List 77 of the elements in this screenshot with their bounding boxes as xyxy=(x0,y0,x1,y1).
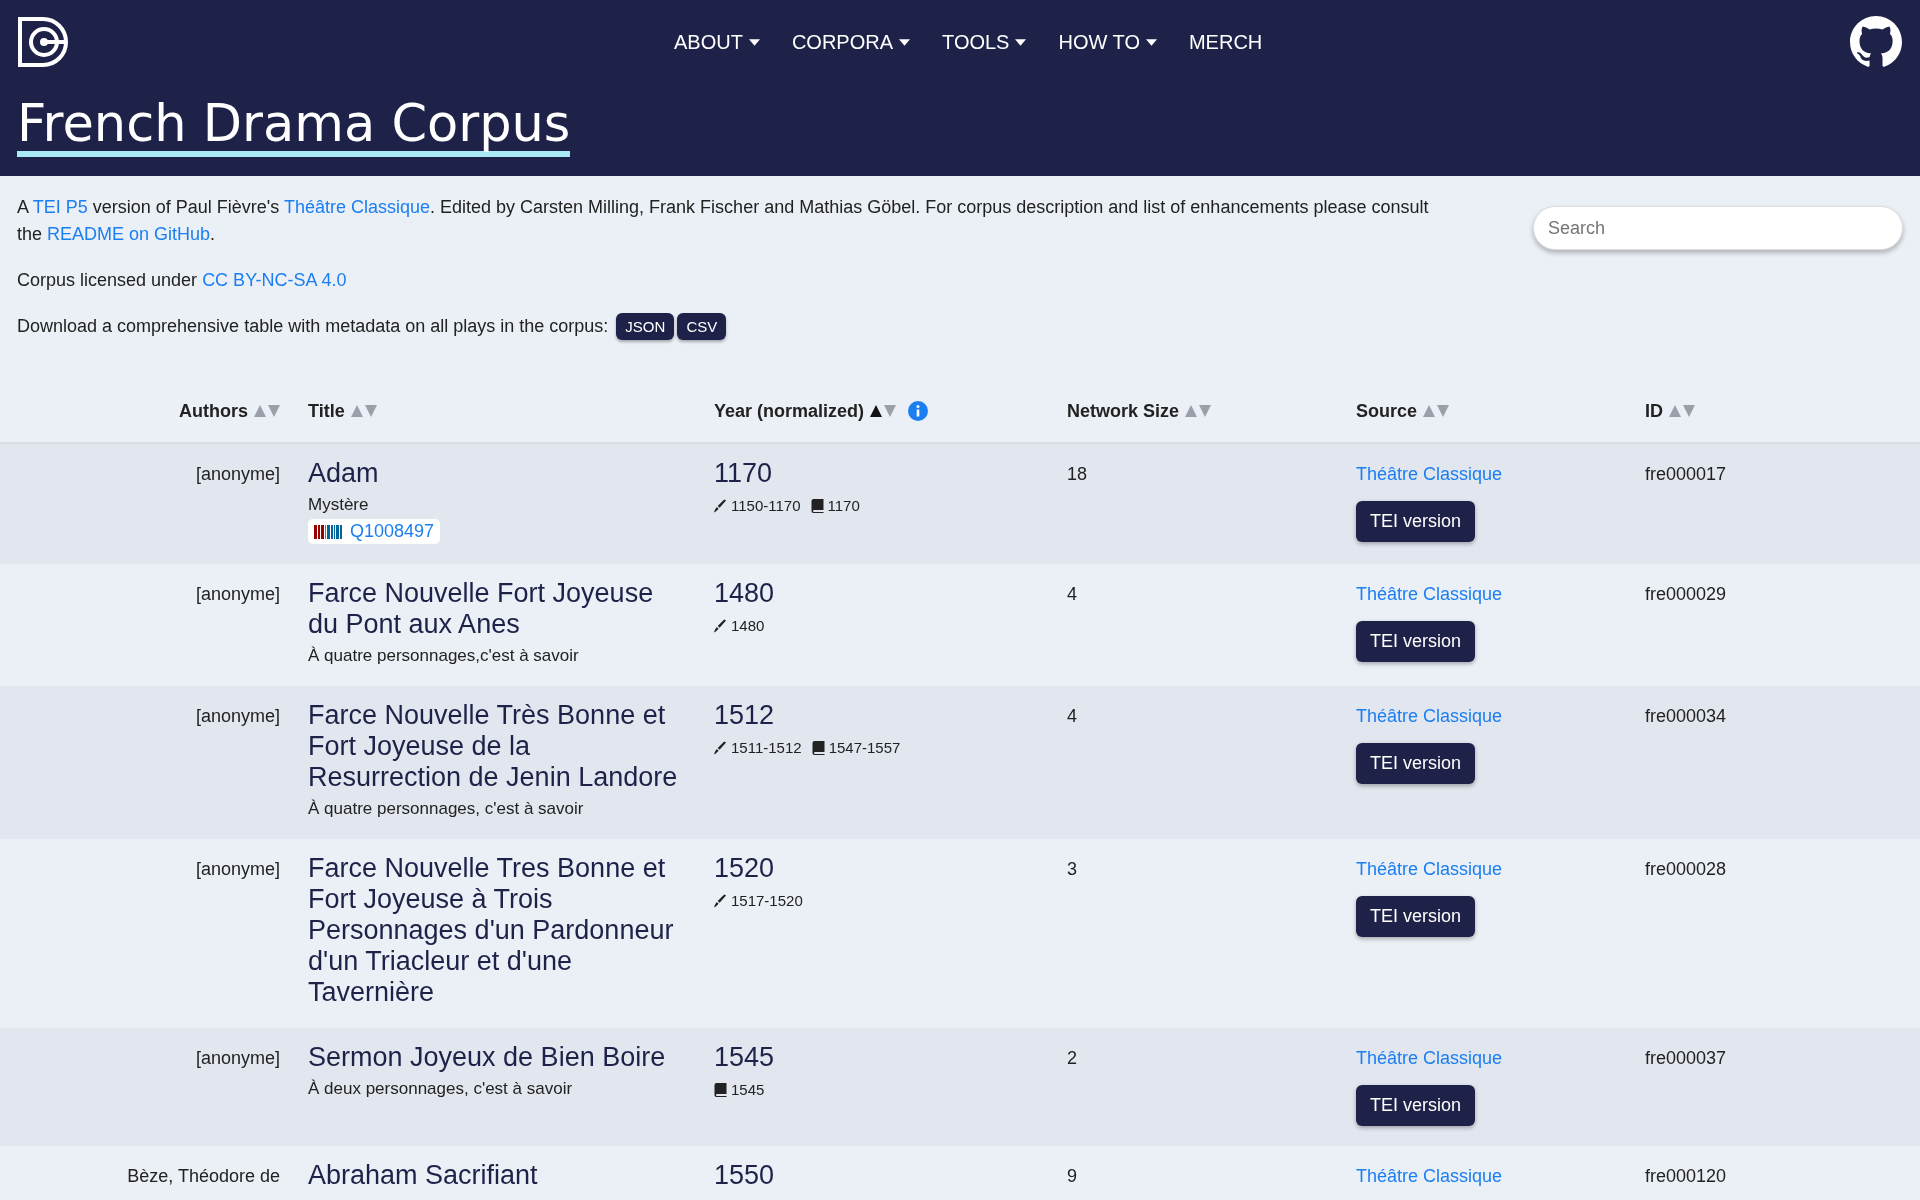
logo-icon[interactable] xyxy=(17,16,69,68)
id-cell: fre000028 xyxy=(1645,859,1727,880)
column-header[interactable]: Source xyxy=(1356,400,1418,422)
date-text: 1547-1557 xyxy=(828,739,901,756)
book-icon xyxy=(811,740,825,755)
play-title[interactable]: Abraham Sacrifiant xyxy=(308,1160,572,1191)
column-header[interactable]: Title xyxy=(308,400,345,422)
wikidata-link[interactable]: Q1008497 xyxy=(308,519,441,544)
page-title[interactable]: French Drama Corpus xyxy=(17,98,571,157)
date-text: 1480 xyxy=(731,617,765,634)
id-cell: fre000120 xyxy=(1645,1166,1727,1187)
description-paragraph: A TEI P5 version of Paul Fièvre's Théâtre Classique. Edited by Carsten Milling, Frank Fischer and Mathias Göbel. For corpus description and list of enhancements please consult the README on GitHub. xyxy=(17,196,1430,246)
date-text: 1170 xyxy=(827,497,860,514)
play-title[interactable]: Farce Nouvelle Tres Bonne et Fort Joyeuse à Trois Personnages d'un Pardonneur d'un Triacleur et d'une Tavernière xyxy=(308,853,714,1008)
year-value: 1512 xyxy=(714,700,775,731)
play-subtitle: À deux personnages, c'est à savoir xyxy=(308,1079,573,1099)
column-header[interactable]: Network Size xyxy=(1067,400,1180,422)
date-text: 1511-1512 xyxy=(731,739,802,756)
column-header[interactable]: Authors xyxy=(179,400,248,422)
search-field[interactable]: Search xyxy=(1533,206,1903,250)
tei-version-button[interactable]: TEI version xyxy=(1356,1085,1476,1126)
author-cell: [anonyme] xyxy=(195,706,280,727)
barcode-icon xyxy=(314,524,342,539)
download-text: Download a comprehensive table with metadata on all plays in the corpus: xyxy=(17,316,609,336)
year-value: 1550 xyxy=(714,1160,775,1191)
network-size-cell: 3 xyxy=(1067,859,1077,880)
book-icon xyxy=(714,1082,727,1097)
date-text: 1545 xyxy=(731,1081,765,1098)
download-button[interactable]: JSON xyxy=(616,313,675,340)
play-subtitle: À quatre personnages, c'est à savoir xyxy=(308,799,584,819)
year-value: 1170 xyxy=(714,458,773,489)
date-text: 1517-1520 xyxy=(731,892,803,909)
github-icon[interactable] xyxy=(1850,16,1902,68)
author-cell: [anonyme] xyxy=(195,859,280,880)
pen-icon xyxy=(714,740,727,755)
column-header[interactable]: Year (normalized) xyxy=(714,400,865,422)
nav-link[interactable]: HOW TO xyxy=(1058,30,1157,54)
date-text: 1150-1170 xyxy=(731,497,801,514)
tei-version-button[interactable]: TEI version xyxy=(1356,501,1476,542)
info-icon[interactable] xyxy=(908,401,929,421)
author-cell: Bèze, Théodore de xyxy=(127,1166,280,1187)
author-cell: [anonyme] xyxy=(195,584,280,605)
network-size-cell: 9 xyxy=(1067,1166,1077,1187)
sort-icon[interactable] xyxy=(870,404,897,418)
tei-version-button[interactable]: TEI version xyxy=(1356,621,1476,662)
play-subtitle: À quatre personnages,c'est à savoir xyxy=(308,646,579,666)
tei-version-button[interactable]: TEI version xyxy=(1356,743,1476,784)
download-button[interactable]: CSV xyxy=(677,313,727,340)
nav-link[interactable]: TOOLS xyxy=(942,30,1027,54)
nav-link[interactable]: ABOUT xyxy=(674,30,760,54)
pen-icon xyxy=(714,618,727,633)
year-value: 1480 xyxy=(714,578,775,609)
id-cell: fre000017 xyxy=(1645,464,1727,485)
network-size-cell: 18 xyxy=(1067,464,1088,485)
pen-icon xyxy=(714,498,727,513)
year-value: 1545 xyxy=(714,1042,775,1073)
id-cell: fre000037 xyxy=(1645,1048,1727,1069)
id-cell: fre000029 xyxy=(1645,584,1727,605)
author-cell: [anonyme] xyxy=(195,464,280,485)
network-size-cell: 4 xyxy=(1067,706,1077,727)
year-value: 1520 xyxy=(714,853,775,884)
play-title[interactable]: Farce Nouvelle Fort Joyeuse du Pont aux Anes xyxy=(308,578,714,640)
play-subtitle: Mystère xyxy=(308,495,369,515)
nav-link[interactable]: MERCH xyxy=(1188,30,1263,54)
tei-version-button[interactable]: TEI version xyxy=(1356,896,1476,937)
network-size-cell: 2 xyxy=(1067,1048,1077,1069)
id-cell: fre000034 xyxy=(1645,706,1727,727)
network-size-cell: 4 xyxy=(1067,584,1077,605)
play-title[interactable]: Farce Nouvelle Très Bonne et Fort Joyeuse de la Resurrection de Jenin Landore xyxy=(308,700,714,793)
play-title[interactable]: Sermon Joyeux de Bien Boire xyxy=(308,1042,700,1073)
column-header[interactable]: ID xyxy=(1645,400,1663,422)
author-cell: [anonyme] xyxy=(195,1048,280,1069)
license-text: Corpus licensed under xyxy=(17,270,198,290)
book-icon xyxy=(810,498,824,513)
nav-link[interactable]: CORPORA xyxy=(791,30,911,54)
pen-icon xyxy=(714,893,727,908)
play-title[interactable]: Adam xyxy=(308,458,413,489)
